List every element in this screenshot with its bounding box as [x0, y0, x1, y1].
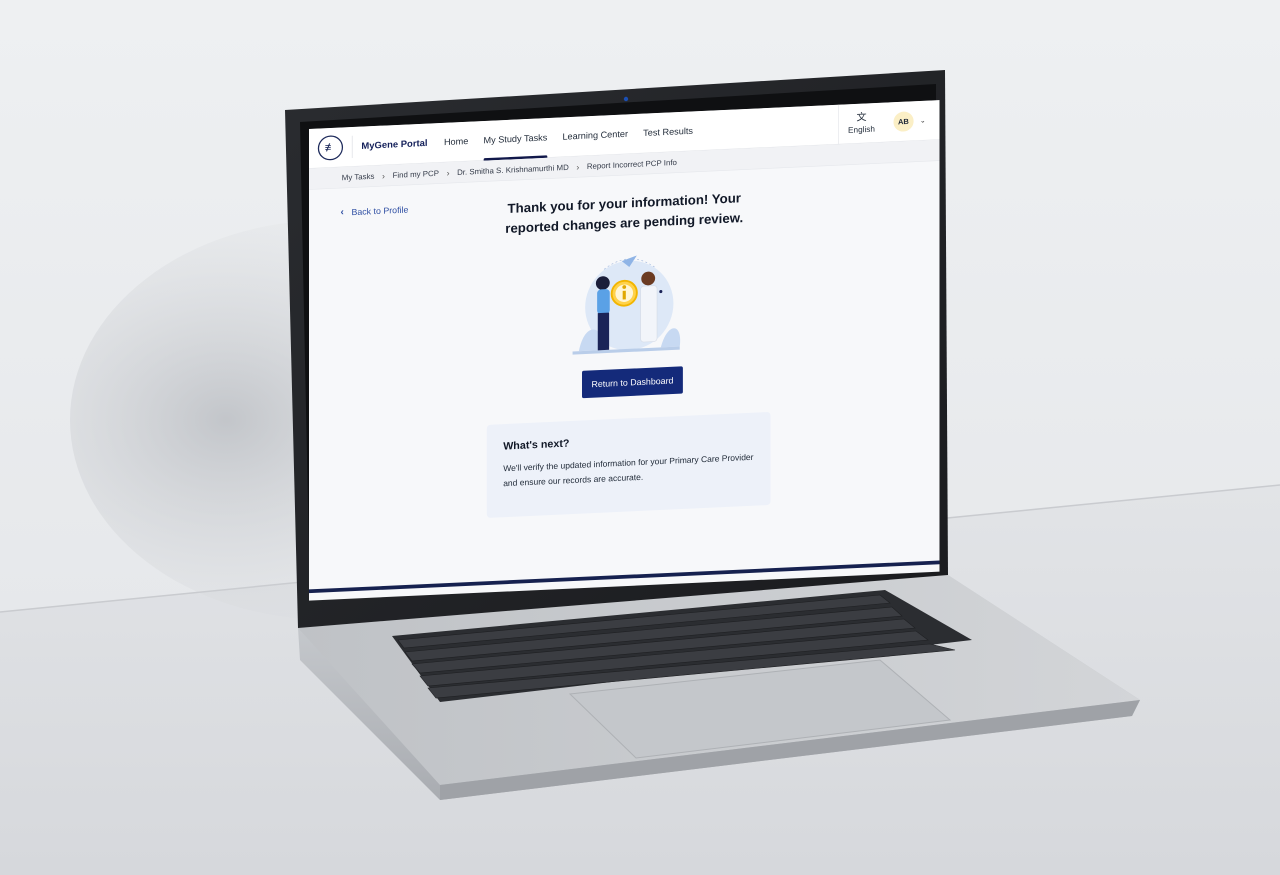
breadcrumb-current: Report Incorrect PCP Info — [586, 157, 677, 171]
portal-logo-icon[interactable]: ≢ — [317, 134, 344, 161]
language-switcher[interactable]: 文 English — [837, 102, 885, 145]
chevron-left-icon: ‹ — [340, 206, 344, 218]
whats-next-body: We'll verify the updated information for… — [503, 452, 754, 489]
nav-test-results[interactable]: Test Results — [636, 111, 701, 154]
header-actions: 文 English AB ⌄ — [837, 100, 940, 145]
app-screen: ≢ MyGene Portal Home My Study Tasks Lear… — [309, 100, 940, 601]
chevron-right-icon: › — [576, 161, 580, 172]
nav-learning-center[interactable]: Learning Center — [555, 114, 636, 157]
breadcrumb-doctor[interactable]: Dr. Smitha S. Krishnamurthi MD — [457, 163, 569, 177]
brand-name[interactable]: MyGene Portal — [351, 131, 428, 158]
translate-icon: 文 — [856, 111, 867, 123]
back-label: Back to Profile — [351, 204, 409, 218]
chevron-down-icon[interactable]: ⌄ — [920, 116, 926, 125]
breadcrumb-find-my-pcp[interactable]: Find my PCP — [393, 169, 439, 180]
chevron-right-icon: › — [446, 167, 450, 178]
info-illustration — [572, 255, 681, 355]
back-to-profile-link[interactable]: ‹ Back to Profile — [341, 204, 409, 218]
whats-next-title: What's next? — [503, 437, 570, 453]
nav-home[interactable]: Home — [436, 121, 476, 163]
user-avatar[interactable]: AB — [893, 110, 914, 132]
breadcrumb-my-tasks[interactable]: My Tasks — [342, 172, 375, 182]
nav-my-study-tasks[interactable]: My Study Tasks — [476, 117, 555, 160]
photo-backdrop: ≢ MyGene Portal Home My Study Tasks Lear… — [0, 0, 1280, 875]
confirmation-heading: Thank you for your information! Your rep… — [505, 191, 744, 237]
return-to-dashboard-button[interactable]: Return to Dashboard — [582, 366, 683, 399]
chevron-right-icon: › — [382, 170, 386, 181]
language-label: English — [848, 123, 875, 135]
whats-next-card: What's next? We'll verify the updated in… — [486, 411, 771, 518]
